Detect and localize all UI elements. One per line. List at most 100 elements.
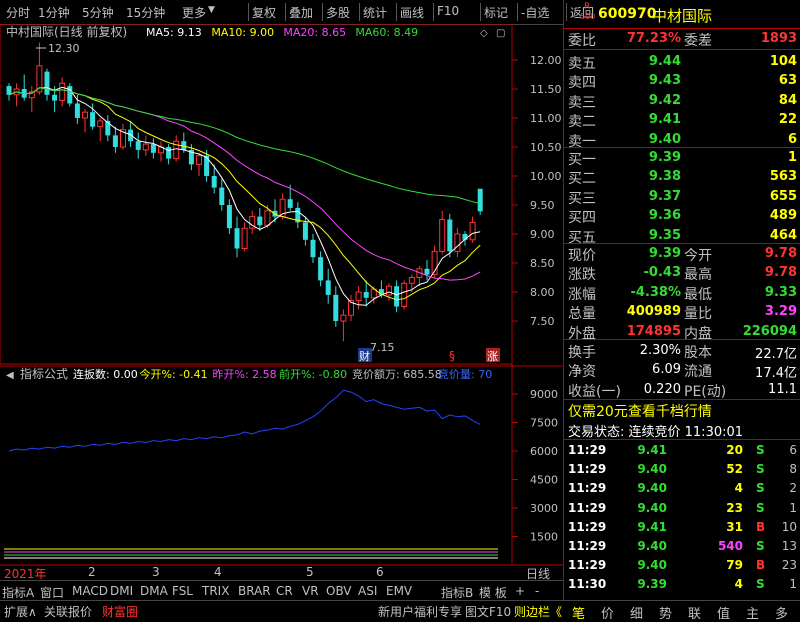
- promo-banner[interactable]: 仅需20元查看千档行情: [568, 401, 712, 421]
- tick-count: 1: [789, 500, 797, 515]
- marker-zhang[interactable]: 涨: [487, 350, 498, 363]
- stat-label: PE(动): [684, 383, 727, 400]
- indicator-tab-11[interactable]: ASI: [358, 584, 377, 598]
- bottom-tab-1[interactable]: 关联报价: [44, 603, 92, 620]
- quote-tab-0[interactable]: 笔: [572, 603, 585, 622]
- indicator-tab-6[interactable]: TRIX: [202, 584, 229, 598]
- divider: [564, 339, 800, 340]
- marker-cai[interactable]: 财: [359, 349, 370, 363]
- tick-price: 9.40: [637, 558, 667, 573]
- candle: [112, 126, 118, 153]
- bid-label: 买一: [568, 152, 596, 168]
- tick-row: 11:29 9.41 31 B 10: [564, 518, 800, 538]
- stat-label: 换手: [568, 345, 596, 361]
- candle: [310, 234, 316, 263]
- bid-row[interactable]: 买三 9.37 655: [564, 187, 800, 207]
- stat-label: 今开: [684, 248, 712, 264]
- stat-label: 股本: [684, 345, 712, 361]
- bid-volume: 1: [787, 150, 797, 165]
- stat-label: 最高: [684, 267, 712, 284]
- sub-tick-label: 6000: [530, 445, 558, 458]
- indicator-tab-14[interactable]: 模 板: [479, 584, 507, 601]
- tick-count: 2: [789, 481, 797, 496]
- toolbar-period-3[interactable]: 15分钟: [126, 4, 165, 21]
- toolbar-period-4[interactable]: 更多: [182, 4, 206, 21]
- bottom-tab-5[interactable]: 则边栏《: [514, 603, 562, 620]
- ask-row[interactable]: 卖五 9.44 104: [564, 52, 800, 72]
- marker-s[interactable]: §: [449, 349, 455, 363]
- indicator-tab-7[interactable]: BRAR: [238, 584, 271, 598]
- bid-row[interactable]: 买一 9.39 1: [564, 148, 800, 168]
- stat-value: 174895: [626, 323, 681, 339]
- stat-value: 11.1: [768, 381, 797, 397]
- stock-name: 中材国际: [652, 7, 713, 25]
- toolbar-period-2[interactable]: 5分钟: [82, 4, 114, 21]
- tick-row: 11:29 9.40 4 S 2: [564, 479, 800, 499]
- chart-area[interactable]: 中村国际(日线 前复权) MA5: 9.13 MA10: 9.00 MA20: 8.6…: [0, 24, 563, 600]
- diamond-icon[interactable]: ◇: [480, 28, 488, 39]
- tick-price: 9.41: [637, 443, 667, 457]
- toolbar-period-1[interactable]: 1分钟: [38, 4, 70, 21]
- indicator-tabs: 指标A 窗口 MACD DMI DMA FSL TRIX BRAR CR VR OBV ASI EMV 指…: [0, 580, 563, 601]
- chevron-down-icon[interactable]: ▼: [208, 5, 215, 15]
- quote-tab-5[interactable]: 值: [717, 603, 730, 622]
- indicator-tab-15[interactable]: +: [515, 584, 525, 598]
- toolbar-btn-5[interactable]: F10: [437, 4, 459, 18]
- toolbar-btn-1[interactable]: 叠加: [289, 4, 313, 21]
- quote-tab-3[interactable]: 势: [659, 603, 672, 622]
- bottom-tab-2[interactable]: 财富圈: [102, 603, 138, 620]
- weibi-label: 委比: [568, 33, 596, 49]
- indicator-tab-5[interactable]: FSL: [172, 584, 193, 598]
- candle: [166, 144, 172, 165]
- tick-row: 11:30 9.39 4 S 1: [564, 575, 800, 595]
- indicator-tab-10[interactable]: OBV: [326, 584, 352, 598]
- ask-row[interactable]: 卖二 9.41 22: [564, 110, 800, 130]
- toolbar-btn-3[interactable]: 统计: [363, 4, 387, 21]
- indicator-tab-8[interactable]: CR: [276, 584, 293, 598]
- bid-row[interactable]: 买二 9.38 563: [564, 167, 800, 187]
- candle: [348, 294, 354, 321]
- ask-row[interactable]: 卖四 9.43 63: [564, 71, 800, 91]
- quote-tab-2[interactable]: 细: [630, 603, 643, 622]
- quote-tab-1[interactable]: 价: [601, 603, 614, 622]
- tick-price: 9.40: [637, 500, 667, 515]
- indicator-tab-1[interactable]: 窗口: [40, 584, 64, 601]
- high-price-label: 12.30: [48, 42, 80, 55]
- sub-indicator-3: 前开%: -0.80: [279, 367, 347, 381]
- indicator-tab-12[interactable]: EMV: [386, 584, 412, 598]
- indicator-tab-4[interactable]: DMA: [140, 584, 168, 598]
- toolbar-btn-4[interactable]: 画线: [400, 4, 424, 21]
- tick-count: 13: [781, 539, 797, 553]
- toolbar-btn-0[interactable]: 复权: [252, 4, 276, 21]
- bottom-tab-4[interactable]: 图文F10: [465, 603, 511, 620]
- toolbar-btn-2[interactable]: 多股: [326, 4, 350, 21]
- indicator-tab-9[interactable]: VR: [302, 584, 319, 598]
- indicator-tab-16[interactable]: -: [535, 584, 539, 598]
- tick-row: 11:29 9.41 20 S 6: [564, 441, 800, 461]
- formula-label[interactable]: 指标公式: [20, 366, 68, 381]
- weicha-label: 委差: [684, 33, 712, 49]
- indicator-tab-2[interactable]: MACD: [72, 584, 108, 598]
- toolbar-btn-7[interactable]: -自选: [521, 4, 549, 21]
- bid-row[interactable]: 买四 9.36 489: [564, 206, 800, 226]
- toolbar-period-0[interactable]: 分时: [6, 4, 30, 21]
- quote-tab-7[interactable]: 多: [775, 603, 788, 622]
- quote-tab-4[interactable]: 联: [688, 603, 701, 622]
- indicator-tab-3[interactable]: DMI: [110, 584, 133, 598]
- tick-count: 23: [781, 558, 797, 573]
- stat-label: 量比: [684, 306, 712, 323]
- toolbar-btn-6[interactable]: 标记: [484, 4, 508, 21]
- expand-icon[interactable]: ◀: [6, 370, 14, 381]
- sub-tick-label: 9000: [530, 388, 558, 401]
- window-restore-icon[interactable]: ▢: [496, 28, 505, 39]
- bottom-tab-0[interactable]: 扩展∧: [4, 603, 37, 620]
- indicator-tab-13[interactable]: 指标B: [441, 584, 473, 601]
- indicator-tab-0[interactable]: 指标A: [2, 584, 34, 601]
- tick-time: 11:30: [568, 577, 607, 592]
- bottom-tab-3[interactable]: 新用户福利专享: [378, 603, 462, 620]
- ask-row[interactable]: 卖三 9.42 84: [564, 91, 800, 111]
- tick-volume: 79: [726, 558, 743, 573]
- quote-tab-6[interactable]: 主: [746, 603, 759, 622]
- toolbar-separator: [322, 3, 323, 21]
- ask-label: 卖五: [568, 56, 596, 72]
